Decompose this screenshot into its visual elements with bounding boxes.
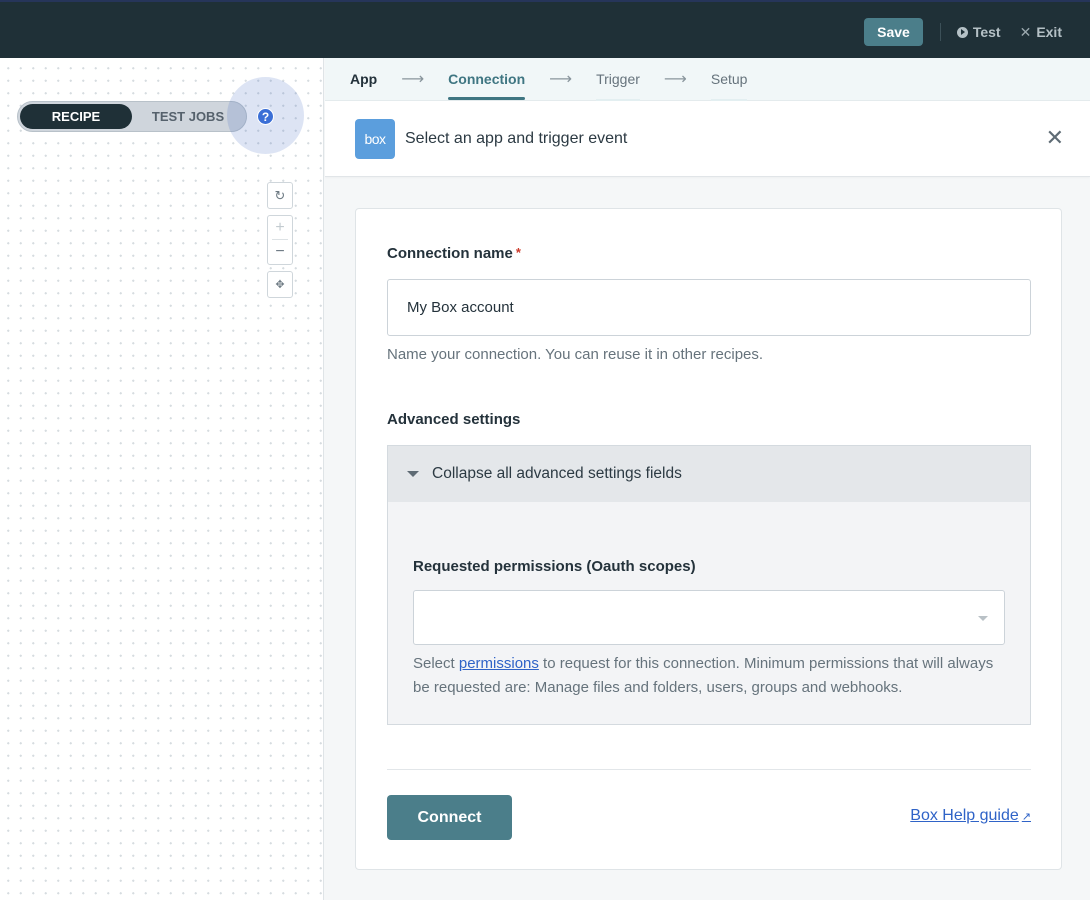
tab-recipe[interactable]: RECIPE [20, 104, 132, 129]
exit-button[interactable]: ✕ Exit [1020, 24, 1062, 41]
top-bar: Save Test ✕ Exit [0, 0, 1090, 58]
step-panel: App ⟶ Connection ⟶ Trigger ⟶ Setup box S… [325, 58, 1090, 900]
arrow-icon: ⟶ [549, 71, 573, 88]
move-icon: ✥ [275, 279, 285, 291]
test-label: Test [972, 24, 1001, 40]
advanced-settings-section: Collapse all advanced settings fields Re… [387, 445, 1031, 725]
divider [387, 769, 1031, 770]
chevron-down-icon [978, 616, 988, 621]
collapse-advanced-toggle[interactable]: Collapse all advanced settings fields [388, 446, 1030, 502]
connect-button[interactable]: Connect [387, 795, 512, 840]
arrow-icon: ⟶ [663, 71, 687, 88]
step-connection[interactable]: Connection [448, 58, 526, 101]
permissions-hint: Select permissions to request for this c… [413, 652, 1013, 700]
mode-toggle: RECIPE TEST JOBS [17, 101, 247, 132]
save-button[interactable]: Save [864, 18, 923, 46]
exit-label: Exit [1036, 24, 1062, 40]
external-link-icon: ↗ [1021, 810, 1031, 823]
zoom-in-button[interactable]: + [272, 216, 288, 240]
permissions-select[interactable] [413, 590, 1005, 645]
fit-view-button[interactable]: ✥ [267, 271, 293, 298]
close-icon: ✕ [1019, 23, 1032, 40]
permissions-label: Requested permissions (Oauth scopes) [413, 558, 696, 575]
box-app-icon: box [355, 118, 395, 159]
collapse-advanced-label: Collapse all advanced settings fields [432, 465, 682, 482]
test-button[interactable]: Test [956, 24, 1001, 40]
step-nav: App ⟶ Connection ⟶ Trigger ⟶ Setup [325, 58, 1090, 101]
advanced-settings-label: Advanced settings [387, 411, 521, 428]
close-panel-button[interactable]: ✕ [1046, 127, 1064, 149]
connection-name-hint: Name your connection. You can reuse it i… [387, 346, 764, 363]
help-icon[interactable]: ? [257, 108, 274, 125]
box-help-guide-link[interactable]: Box Help guide ↗ [910, 807, 1031, 825]
play-icon [956, 26, 968, 38]
connection-form: Connection name* Name your connection. Y… [355, 208, 1062, 870]
connection-name-label-text: Connection name [387, 245, 513, 262]
panel-title: Select an app and trigger event [405, 129, 628, 147]
step-app[interactable]: App [350, 58, 377, 101]
help-link-label: Box Help guide [910, 807, 1019, 824]
hint-prefix: Select [413, 655, 459, 672]
reset-icon: ↻ [274, 187, 286, 203]
divider [939, 23, 941, 41]
arrow-icon: ⟶ [401, 71, 425, 88]
zoom-out-button[interactable]: − [275, 240, 284, 264]
step-trigger[interactable]: Trigger [596, 58, 640, 101]
permissions-link[interactable]: permissions [459, 655, 539, 672]
step-setup[interactable]: Setup [710, 58, 747, 101]
caret-down-icon [407, 471, 419, 477]
top-actions: Save Test ✕ Exit [864, 17, 1062, 47]
zoom-controls: + − [267, 215, 293, 265]
reset-view-button[interactable]: ↻ [267, 182, 293, 209]
recipe-canvas[interactable]: RECIPE TEST JOBS ? ↻ + − ✥ [0, 58, 324, 900]
panel-header: box Select an app and trigger event ✕ [325, 101, 1090, 177]
connection-name-input[interactable] [387, 279, 1031, 336]
connection-name-label: Connection name * [387, 245, 521, 262]
required-mark: * [515, 245, 521, 260]
